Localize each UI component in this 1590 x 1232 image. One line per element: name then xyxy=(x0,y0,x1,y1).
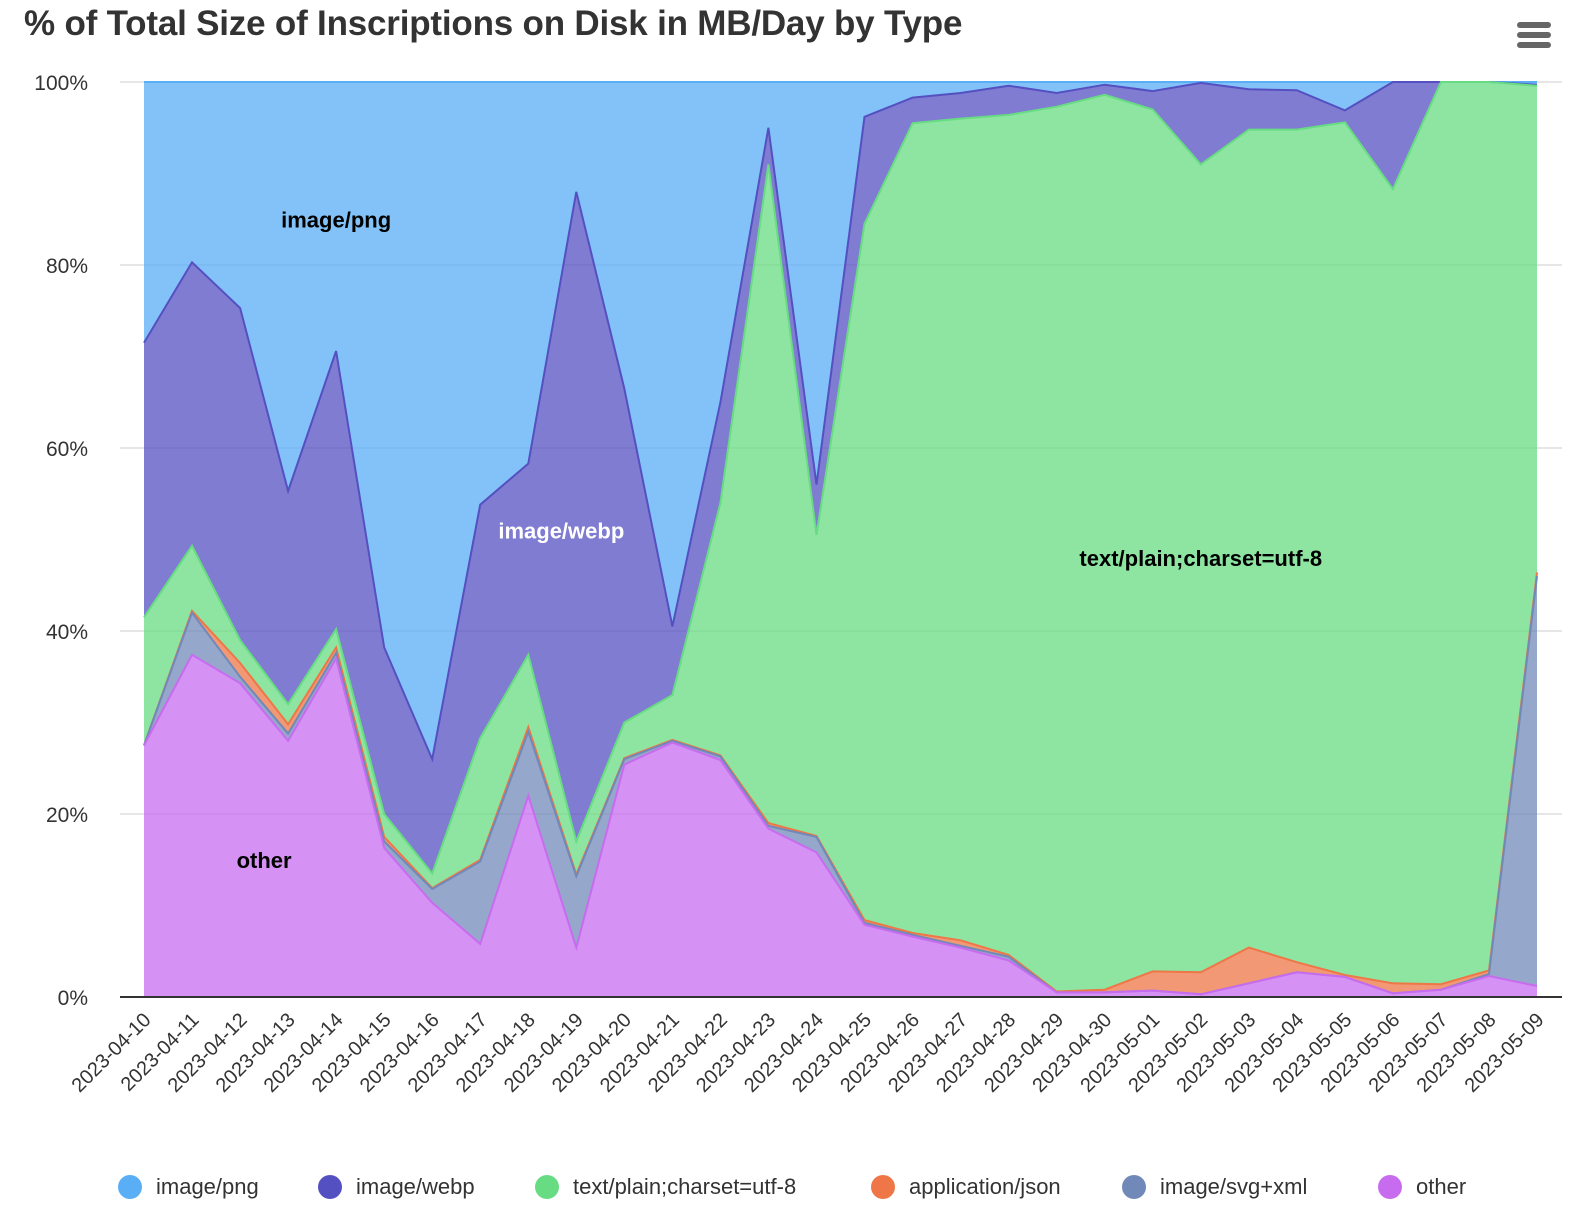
legend-marker-icon xyxy=(318,1175,342,1199)
legend-marker-icon xyxy=(535,1175,559,1199)
legend-item[interactable]: other xyxy=(1378,1174,1466,1200)
y-tick-label: 80% xyxy=(46,255,88,278)
area-label: other xyxy=(237,848,292,873)
legend-marker-icon xyxy=(1122,1175,1146,1199)
legend-label: image/png xyxy=(156,1174,259,1199)
legend-item[interactable]: application/json xyxy=(871,1174,1061,1200)
area-label: image/png xyxy=(281,207,391,232)
y-tick-label: 60% xyxy=(46,438,88,461)
area-label: image/webp xyxy=(498,518,624,543)
legend-item[interactable]: image/png xyxy=(118,1174,259,1200)
legend-label: text/plain;charset=utf-8 xyxy=(573,1174,797,1199)
legend: image/png image/webp text/plain;charset=ut… xyxy=(0,1174,1590,1214)
legend-marker-icon xyxy=(871,1175,895,1199)
legend-label: image/svg+xml xyxy=(1160,1174,1308,1199)
y-tick-label: 40% xyxy=(46,621,88,644)
legend-label: application/json xyxy=(909,1174,1061,1199)
legend-marker-icon xyxy=(118,1175,142,1199)
area-label: text/plain;charset=utf-8 xyxy=(1079,546,1322,571)
legend-item[interactable]: text/plain;charset=utf-8 xyxy=(535,1174,796,1200)
y-tick-label: 100% xyxy=(34,72,88,95)
legend-label: other xyxy=(1416,1174,1467,1199)
legend-item[interactable]: image/svg+xml xyxy=(1122,1174,1307,1200)
y-tick-label: 20% xyxy=(46,804,88,827)
y-tick-label: 0% xyxy=(58,987,88,1010)
chart-plot: image/png image/webp text/plain;charset=ut… xyxy=(34,72,1562,1097)
legend-label: image/webp xyxy=(356,1174,475,1199)
legend-item[interactable]: image/webp xyxy=(318,1174,475,1200)
legend-marker-icon xyxy=(1378,1175,1402,1199)
